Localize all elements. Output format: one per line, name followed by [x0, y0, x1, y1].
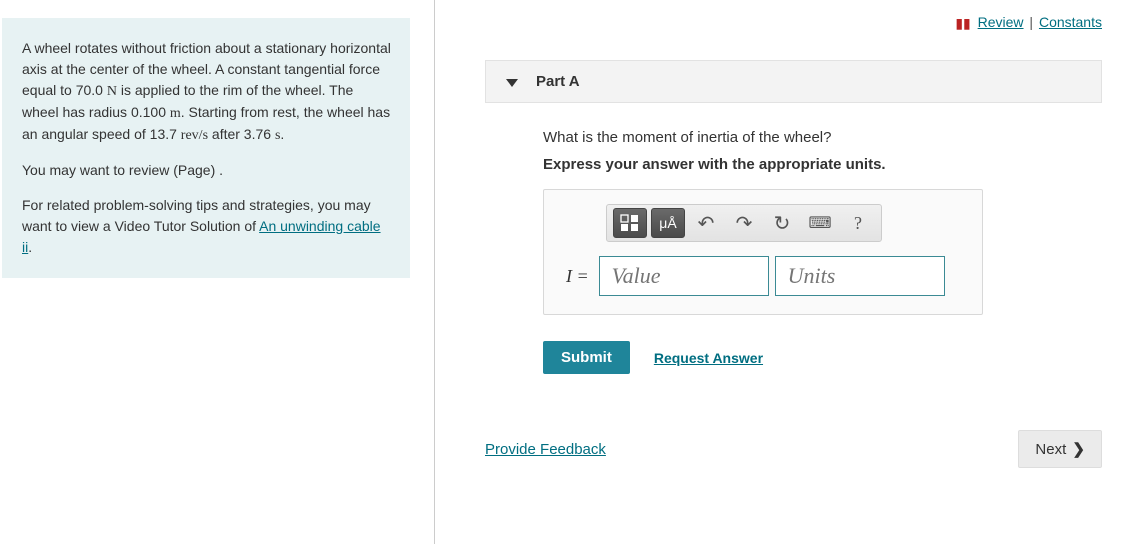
bottom-row: Provide Feedback Next ❯	[485, 430, 1102, 468]
top-links: ▮▮ Review | Constants	[485, 14, 1102, 32]
unit-newton: N	[107, 84, 117, 99]
submit-button[interactable]: Submit	[543, 341, 630, 374]
problem-box: A wheel rotates without friction about a…	[2, 18, 410, 278]
redo-button[interactable]: ↷	[727, 208, 761, 238]
caret-down-icon	[506, 74, 518, 90]
next-label: Next	[1035, 441, 1066, 458]
part-header[interactable]: Part A	[485, 60, 1102, 103]
reset-button[interactable]: ↻	[765, 208, 799, 238]
problem-paragraph-2: You may want to review (Page) .	[22, 160, 392, 181]
answer-toolbar: μÅ ↶ ↷ ↻ ⌨ ?	[606, 204, 882, 242]
undo-button[interactable]: ↶	[689, 208, 723, 238]
keyboard-button[interactable]: ⌨	[803, 208, 837, 238]
answer-panel: ▮▮ Review | Constants Part A What is the…	[435, 0, 1146, 544]
value-input[interactable]	[599, 256, 769, 296]
problem-paragraph-1: A wheel rotates without friction about a…	[22, 38, 392, 146]
review-link[interactable]: Review	[978, 14, 1024, 30]
units-input[interactable]	[775, 256, 945, 296]
text: after 3.76	[208, 126, 275, 142]
provide-feedback-link[interactable]: Provide Feedback	[485, 441, 606, 458]
question-area: What is the moment of inertia of the whe…	[485, 129, 1102, 374]
greek-button[interactable]: μÅ	[651, 208, 685, 238]
unit-revs: rev/s	[181, 128, 208, 143]
divider: |	[1029, 14, 1037, 30]
unit-meter: m	[170, 106, 181, 121]
part-title: Part A	[536, 73, 580, 90]
templates-button[interactable]	[613, 208, 647, 238]
next-button[interactable]: Next ❯	[1018, 430, 1102, 468]
answer-box: μÅ ↶ ↷ ↻ ⌨ ? I =	[543, 189, 983, 315]
help-button[interactable]: ?	[841, 208, 875, 238]
book-icon: ▮▮	[955, 15, 970, 31]
request-answer-link[interactable]: Request Answer	[654, 350, 763, 366]
question-text: What is the moment of inertia of the whe…	[543, 129, 1092, 146]
input-row: I =	[562, 256, 964, 296]
problem-panel: A wheel rotates without friction about a…	[0, 0, 435, 544]
chevron-right-icon: ❯	[1072, 441, 1085, 458]
text: .	[28, 239, 32, 255]
text: .	[280, 126, 284, 142]
problem-paragraph-3: For related problem-solving tips and str…	[22, 195, 392, 258]
instruction-text: Express your answer with the appropriate…	[543, 156, 1092, 173]
variable-label: I =	[566, 266, 589, 287]
constants-link[interactable]: Constants	[1039, 14, 1102, 30]
submit-row: Submit Request Answer	[543, 341, 1092, 374]
